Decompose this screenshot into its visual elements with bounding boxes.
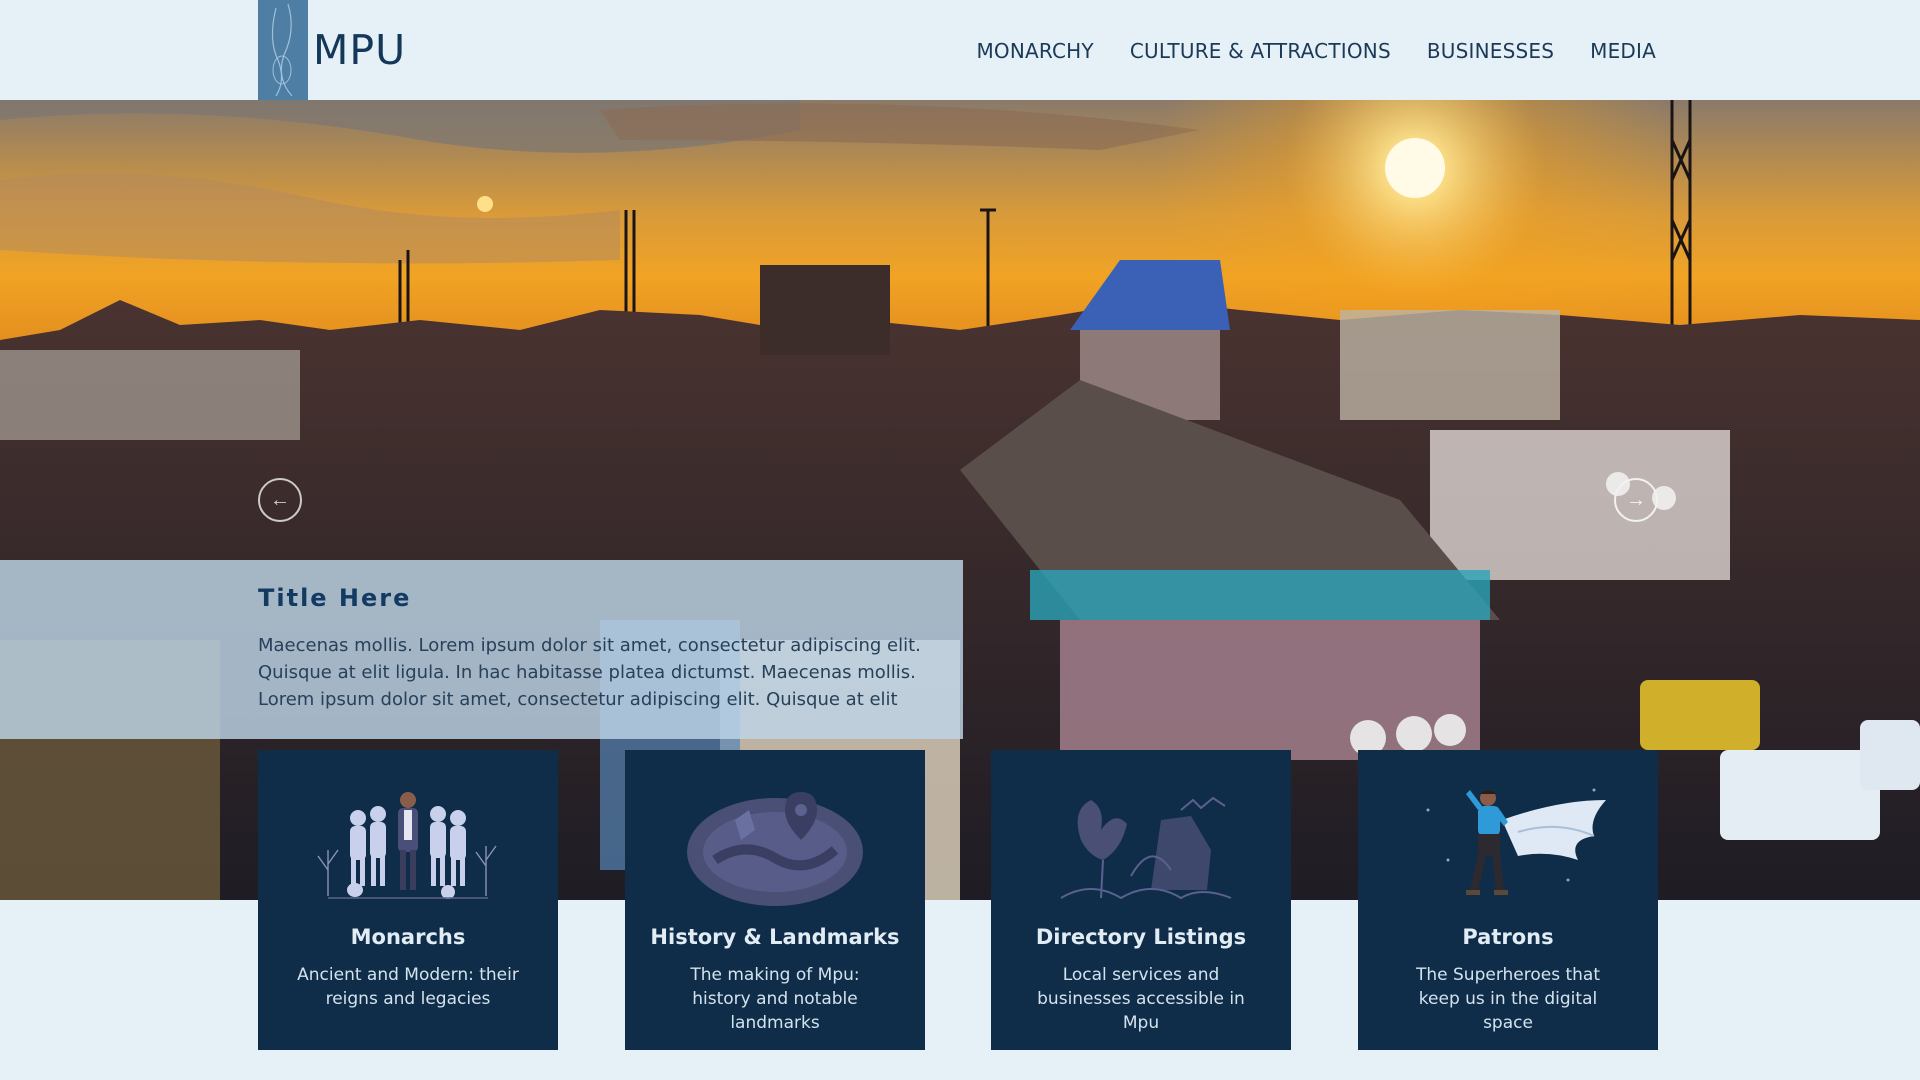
- card-directory-listings[interactable]: Directory Listings Local services and bu…: [991, 750, 1291, 1050]
- caption-title: Title Here: [258, 584, 412, 612]
- arrow-left-icon: ←: [270, 488, 290, 511]
- card-title: Directory Listings: [1035, 925, 1247, 949]
- people-group-icon: [317, 792, 497, 899]
- card-title: Patrons: [1462, 925, 1554, 949]
- next-slide-button[interactable]: →: [1614, 478, 1658, 522]
- arrow-right-icon: →: [1626, 488, 1646, 511]
- landscape-icon: [1060, 796, 1232, 900]
- card-history-landmarks[interactable]: History & Landmarks The making of Mpu: h…: [625, 750, 925, 1050]
- prev-slide-button[interactable]: ←: [258, 478, 302, 522]
- map-location-icon: [687, 792, 863, 906]
- card-title: Monarchs: [350, 925, 466, 949]
- card-description: The making of Mpu: history and notable l…: [690, 965, 860, 1033]
- card-description: Ancient and Modern: their reigns and leg…: [297, 965, 519, 1009]
- nav-media[interactable]: MEDIA: [1590, 39, 1656, 63]
- card-patrons[interactable]: Patrons The Superheroes that keep us in …: [1358, 750, 1658, 1050]
- caption-text: Maecenas mollis. Lorem ipsum dolor sit a…: [258, 635, 921, 710]
- card-title: History & Landmarks: [650, 925, 900, 949]
- superhero-icon: [1426, 788, 1606, 895]
- logo-text[interactable]: MPU: [313, 26, 406, 74]
- site-header: MPU MONARCHY CULTURE & ATTRACTIONS BUSIN…: [0, 0, 1920, 100]
- nav-culture-attractions[interactable]: CULTURE & ATTRACTIONS: [1130, 39, 1391, 63]
- card-monarchs[interactable]: Monarchs Ancient and Modern: their reign…: [258, 750, 558, 1050]
- nav-businesses[interactable]: BUSINESSES: [1427, 39, 1554, 63]
- hero-caption: Title Here Maecenas mollis. Lorem ipsum …: [0, 560, 963, 739]
- card-description: Local services and businesses accessible…: [1037, 965, 1245, 1033]
- nav-monarchy[interactable]: MONARCHY: [976, 39, 1093, 63]
- main-nav: MONARCHY CULTURE & ATTRACTIONS BUSINESSE…: [976, 39, 1656, 63]
- card-description: The Superheroes that keep us in the digi…: [1415, 965, 1601, 1033]
- logo-mark[interactable]: [258, 0, 308, 100]
